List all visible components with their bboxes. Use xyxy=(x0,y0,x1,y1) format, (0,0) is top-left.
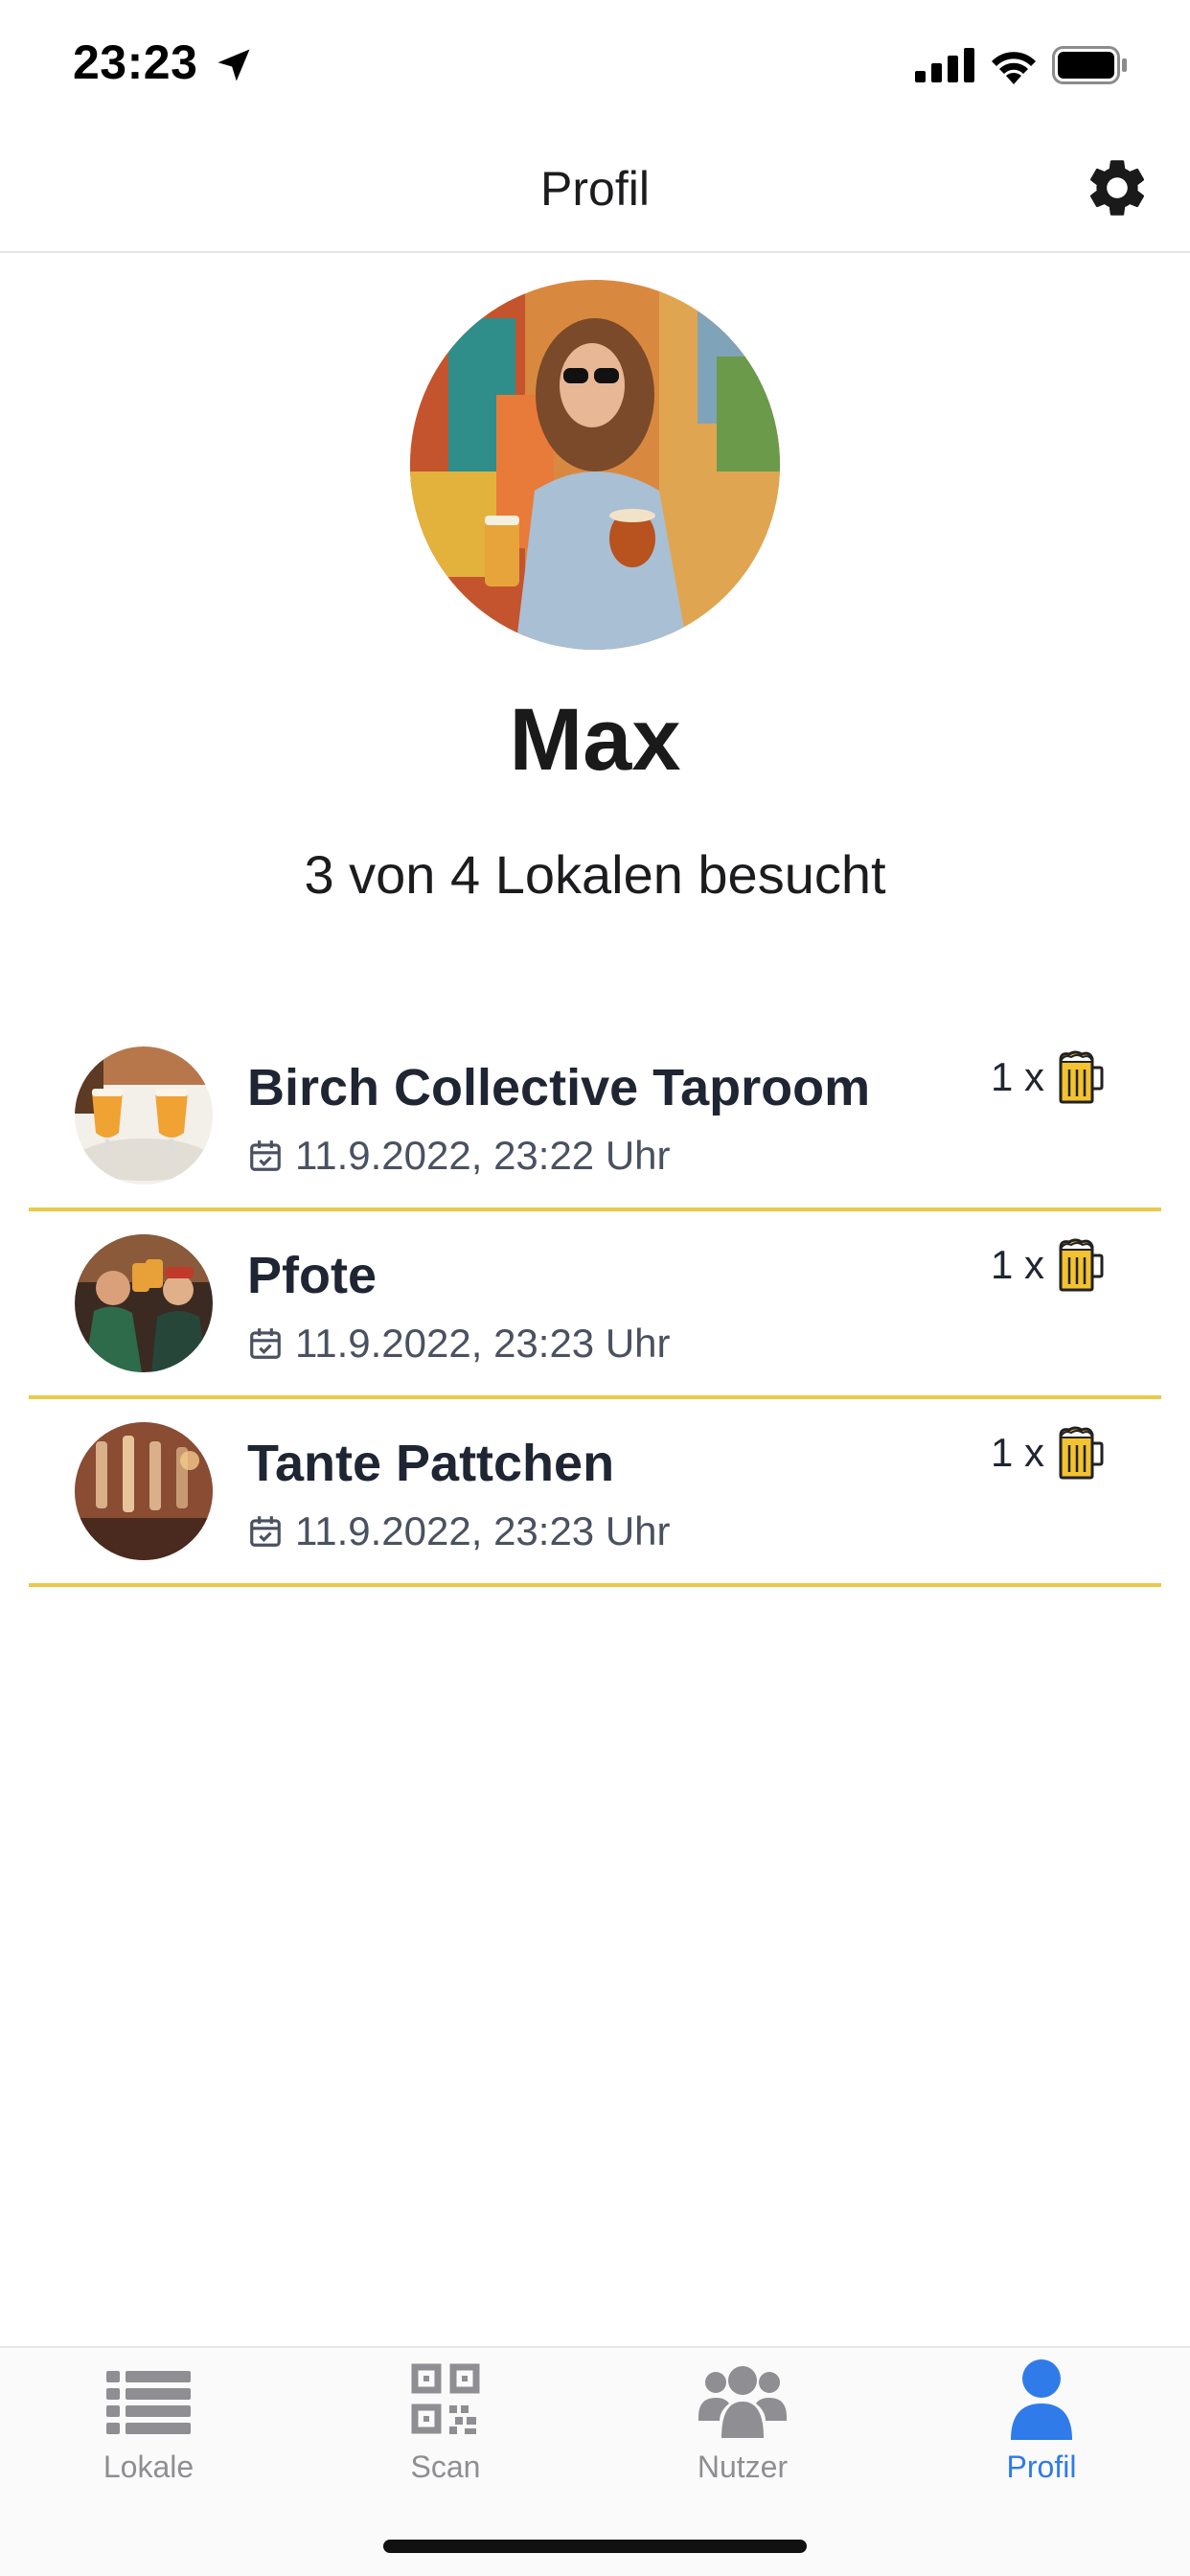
visit-date-row: 11.9.2022, 23:23 Uhr xyxy=(247,1321,671,1367)
tab-label: Nutzer xyxy=(697,2450,789,2484)
visit-date-row: 11.9.2022, 23:23 Uhr xyxy=(247,1508,671,1554)
venue-name: Pfote xyxy=(247,1247,377,1304)
venue-thumbnail xyxy=(75,1234,213,1372)
venue-name: Birch Collective Taproom xyxy=(247,1059,871,1116)
cellular-signal-icon xyxy=(915,48,974,82)
visit-stats: 3 von 4 Lokalen besucht xyxy=(304,844,886,905)
user-icon xyxy=(1011,2359,1072,2440)
visit-date: 11.9.2022, 23:23 Uhr xyxy=(295,1321,671,1366)
settings-gear-icon[interactable] xyxy=(1083,153,1152,222)
page-title: Profil xyxy=(540,162,650,216)
visit-count-row: 1 x xyxy=(991,1050,1104,1104)
visit-count: 1 x xyxy=(990,1242,1044,1287)
list-item[interactable]: Pfote 11.9.2022, 23:23 Uhr 1 x xyxy=(29,1211,1161,1399)
venue-thumbnail xyxy=(75,1046,213,1184)
calendar-check-icon xyxy=(250,1328,281,1359)
home-indicator[interactable] xyxy=(383,2540,807,2553)
profile-name: Max xyxy=(509,691,681,789)
tab-scan[interactable]: Scan xyxy=(350,2358,541,2501)
profile-avatar xyxy=(410,280,780,650)
list-item[interactable]: Birch Collective Taproom 11.9.2022, 23:2… xyxy=(29,1024,1161,1211)
status-time: 23:23 xyxy=(73,35,198,89)
tab-profil[interactable]: Profil xyxy=(946,2358,1137,2501)
visit-date-row: 11.9.2022, 23:22 Uhr xyxy=(247,1133,671,1179)
tab-label: Lokale xyxy=(103,2450,195,2484)
visit-date: 11.9.2022, 23:22 Uhr xyxy=(295,1133,671,1178)
tab-nutzer[interactable]: Nutzer xyxy=(647,2358,838,2501)
status-bar: 23:23 xyxy=(0,0,1190,126)
beer-mug-icon xyxy=(1059,1426,1104,1480)
venue-thumbnail xyxy=(75,1422,213,1560)
battery-icon xyxy=(1052,46,1127,84)
tab-label: Profil xyxy=(1006,2450,1077,2484)
list-item[interactable]: Tante Pattchen 11.9.2022, 23:23 Uhr 1 x xyxy=(29,1399,1161,1587)
qr-code-icon xyxy=(411,2363,480,2434)
location-arrow-icon xyxy=(217,49,250,81)
visit-count-row: 1 x xyxy=(991,1238,1104,1292)
visit-date: 11.9.2022, 23:23 Uhr xyxy=(295,1508,671,1553)
venue-name: Tante Pattchen xyxy=(247,1435,615,1492)
avatar-photo xyxy=(410,280,780,650)
calendar-check-icon xyxy=(250,1516,281,1547)
calendar-check-icon xyxy=(250,1140,281,1171)
visit-count-row: 1 x xyxy=(991,1426,1104,1480)
visit-count: 1 x xyxy=(990,1430,1044,1475)
beer-mug-icon xyxy=(1059,1050,1104,1104)
visit-list: Birch Collective Taproom 11.9.2022, 23:2… xyxy=(29,1024,1161,1587)
wifi-icon xyxy=(992,52,1036,84)
nav-header: Profil xyxy=(0,126,1190,253)
tab-lokale[interactable]: Lokale xyxy=(53,2358,244,2501)
list-icon xyxy=(106,2371,191,2434)
tab-label: Scan xyxy=(410,2450,481,2484)
beer-mug-icon xyxy=(1059,1238,1104,1292)
visit-count: 1 x xyxy=(990,1054,1044,1099)
users-icon xyxy=(698,2366,787,2438)
